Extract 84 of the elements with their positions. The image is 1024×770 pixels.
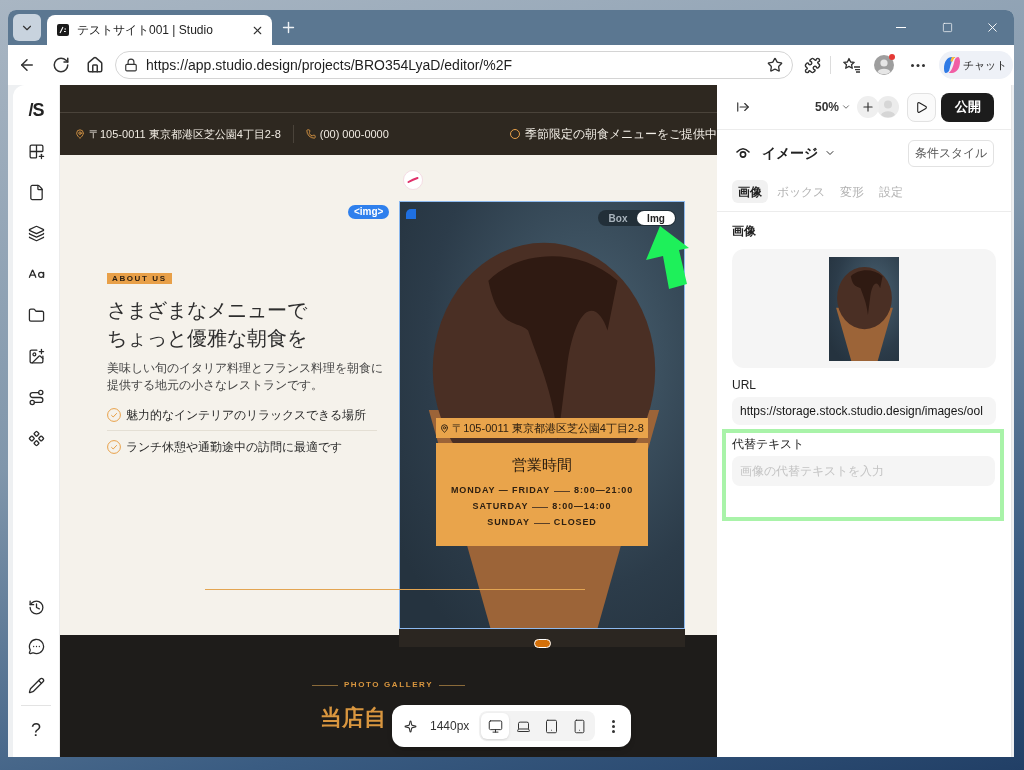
preview-button[interactable] bbox=[907, 92, 936, 122]
day-range-text: SUNDAY bbox=[487, 516, 530, 530]
section-label: 画像 bbox=[732, 223, 757, 239]
width-label[interactable]: 1440px bbox=[430, 717, 470, 735]
caret-icon bbox=[841, 102, 851, 112]
lock-icon bbox=[124, 58, 138, 72]
image-preview-panel[interactable] bbox=[732, 249, 996, 368]
map-pin-icon bbox=[440, 423, 450, 433]
add-member-button[interactable] bbox=[857, 96, 879, 118]
colorful-logo-icon bbox=[944, 57, 960, 73]
stroke-badge-icon[interactable] bbox=[403, 170, 423, 190]
folder-icon bbox=[27, 306, 45, 324]
conditional-style-button[interactable]: 条件スタイル bbox=[908, 139, 994, 167]
gallery-heading: 当店自 bbox=[320, 705, 386, 731]
image-plus-icon bbox=[27, 347, 45, 365]
desktop-icon bbox=[487, 718, 503, 734]
puzzle-icon bbox=[803, 56, 821, 74]
opening-time-text: 8:00—14:00 bbox=[552, 500, 612, 514]
toggle-option[interactable]: Img bbox=[637, 211, 675, 225]
component-icon bbox=[27, 429, 45, 447]
section-badge: ABOUT US bbox=[107, 273, 172, 284]
address-bar[interactable]: https://app.studio.design/projects/BRO354LyaD/editor/%2F bbox=[115, 51, 793, 79]
address-text: 〒105-0011 東京都港区芝公園4丁目2-8 bbox=[89, 126, 281, 142]
map-pin-icon bbox=[75, 129, 85, 139]
maximize-icon bbox=[941, 22, 953, 33]
route-icon bbox=[27, 388, 45, 406]
layers-icon bbox=[27, 224, 45, 242]
feature-text: 魅力的なインテリアのリラックスできる場所 bbox=[126, 406, 366, 424]
device-button[interactable] bbox=[481, 713, 510, 739]
publish-button[interactable]: 公開 bbox=[941, 92, 994, 122]
phone-text: (00) 000-0000 bbox=[319, 126, 389, 142]
phone-icon bbox=[571, 718, 587, 734]
add-grid-icon bbox=[27, 142, 45, 160]
sparkle-icon bbox=[404, 719, 417, 733]
file-icon bbox=[27, 183, 45, 201]
field-label: 代替テキスト bbox=[732, 436, 805, 452]
zoom-dropdown[interactable]: 50% bbox=[814, 98, 851, 116]
url-field[interactable]: https://storage.stock.studio.design/images/ool bbox=[732, 397, 996, 425]
strip-address-text: 〒105-0011 東京都港区芝公園4丁目2-8 bbox=[452, 420, 644, 436]
history-icon bbox=[27, 598, 45, 616]
laptop-icon bbox=[515, 718, 531, 734]
play-icon bbox=[915, 100, 928, 114]
resize-handle[interactable] bbox=[534, 639, 551, 648]
day-range-text: SATURDAY bbox=[472, 500, 529, 514]
element-tag: <img> bbox=[348, 205, 390, 219]
browser-tab[interactable]: テストサイト001 | Studio bbox=[47, 15, 272, 45]
panel-tab[interactable]: 画像 bbox=[732, 180, 768, 203]
chat-button[interactable]: チャット bbox=[939, 51, 1013, 79]
plus-icon bbox=[861, 100, 875, 114]
eye-icon bbox=[736, 147, 750, 159]
pencil-icon bbox=[27, 676, 45, 694]
home-icon bbox=[86, 56, 104, 74]
more-vertical-icon bbox=[611, 719, 615, 733]
more-icon bbox=[911, 63, 925, 67]
pointer-arrow bbox=[644, 226, 690, 290]
phone-icon bbox=[305, 129, 316, 139]
avatar-icon bbox=[874, 55, 894, 75]
check-circle-icon bbox=[107, 440, 121, 454]
field-label: URL bbox=[732, 377, 757, 393]
reload-icon bbox=[52, 56, 70, 74]
corner-handle-icon[interactable] bbox=[406, 209, 416, 219]
avatar-icon bbox=[877, 96, 899, 118]
arrow-right-from-line-icon bbox=[736, 100, 750, 114]
help-button[interactable]: ? bbox=[20, 714, 52, 746]
toggle-option[interactable]: Box bbox=[599, 211, 637, 225]
opening-time-text: 8:00—21:00 bbox=[574, 484, 634, 498]
star-list-icon bbox=[843, 57, 861, 73]
tab-list-button[interactable] bbox=[13, 14, 41, 41]
site-favicon-icon bbox=[57, 24, 69, 36]
notice-text: 季節限定の朝食メニューをご提供中 bbox=[525, 126, 717, 143]
feature-text: ランチ休憩や通勤途中の訪問に最適です bbox=[126, 439, 342, 456]
section-eyebrow: PHOTO GALLERY bbox=[343, 679, 434, 691]
element-type-dropdown[interactable]: イメージ bbox=[762, 142, 836, 164]
tablet-icon bbox=[543, 718, 559, 734]
section-heading: さまざまなメニューで ちょっと優雅な朝食を bbox=[107, 298, 307, 351]
check-circle-icon bbox=[107, 407, 121, 422]
section-description: 美味しい旬のイタリア料理とフランス料理を朝食に提供する地元の小さなレストランです。 bbox=[107, 360, 384, 394]
star-icon bbox=[767, 57, 783, 73]
minimize-icon bbox=[896, 27, 906, 28]
day-range-text: MONDAY — FRIDAY bbox=[450, 484, 551, 498]
chat-bubble-icon bbox=[27, 637, 45, 655]
app-logo[interactable]: /S bbox=[28, 94, 44, 126]
hours-title: 営業時間 bbox=[512, 456, 572, 475]
opening-time-text: CLOSED bbox=[553, 516, 597, 530]
